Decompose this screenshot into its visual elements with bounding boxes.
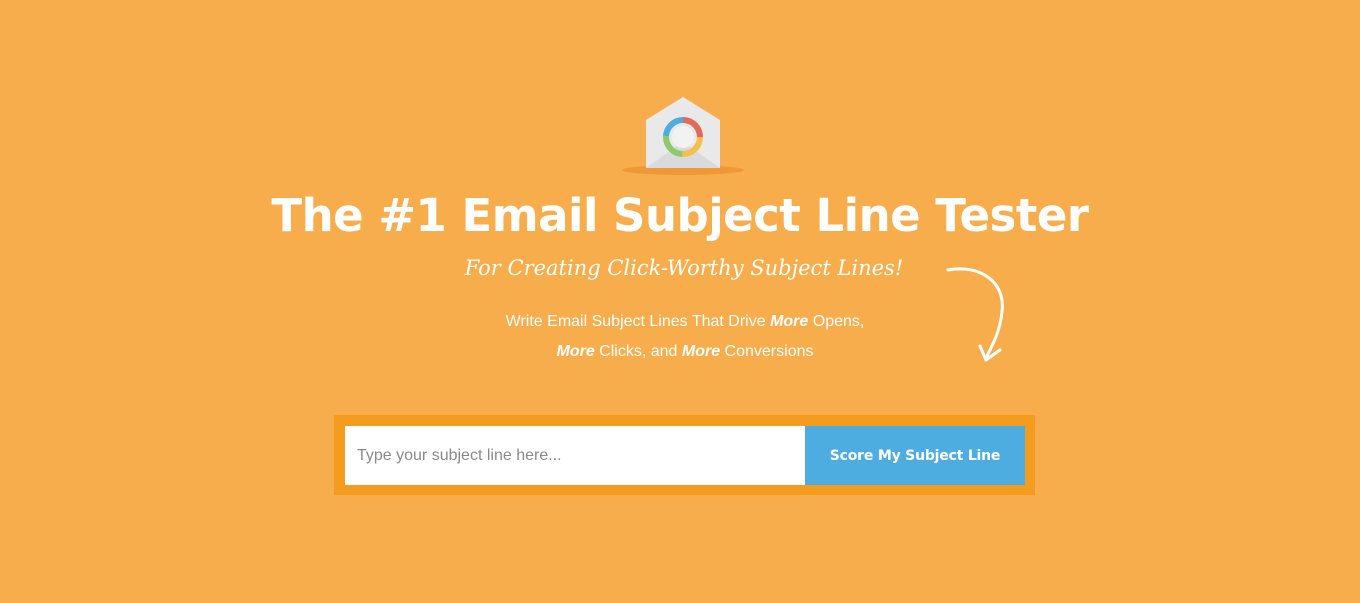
subject-line-input[interactable] [345, 426, 805, 485]
subheadline-text: Opens, [808, 313, 865, 330]
subheadline-line-1: Write Email Subject Lines That Drive Mor… [0, 307, 1360, 337]
subheadline-line-2: More Clicks, and More Conversions [0, 337, 1360, 367]
subheadline-text: Write Email Subject Lines That Drive [505, 313, 771, 330]
envelope-donut-icon [622, 94, 748, 178]
subject-line-form: Score My Subject Line [334, 415, 1035, 495]
subheadline-text: Conversions [720, 343, 814, 360]
emphasis-more: More [681, 343, 721, 360]
subheadline-text: Clicks, and [594, 343, 682, 360]
subheadline: Write Email Subject Lines That Drive Mor… [0, 307, 1360, 367]
tagline: For Creating Click-Worthy Subject Lines! [464, 256, 904, 280]
emphasis-more: More [770, 313, 809, 330]
emphasis-more: More [556, 343, 595, 360]
hero-section: The #1 Email Subject Line Tester For Cre… [0, 0, 1360, 603]
score-subject-line-button[interactable]: Score My Subject Line [805, 426, 1025, 485]
page-title: The #1 Email Subject Line Tester [271, 189, 1089, 242]
